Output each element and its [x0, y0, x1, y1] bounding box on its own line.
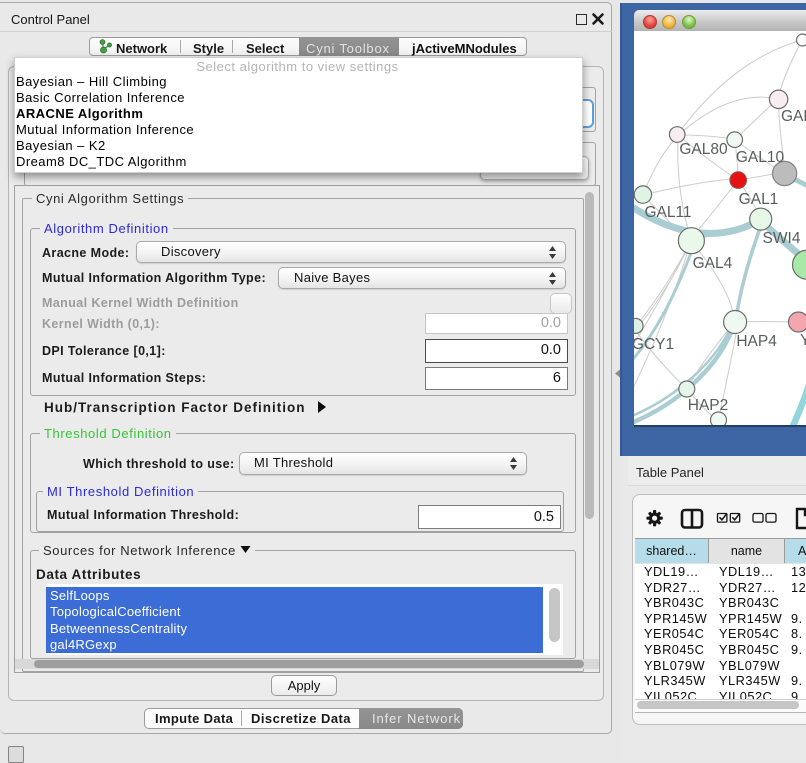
svg-text:Y: Y: [800, 332, 806, 349]
svg-text:HAP2: HAP2: [688, 397, 729, 414]
svg-text:GAL7: GAL7: [781, 108, 806, 125]
svg-text:GAL10: GAL10: [736, 149, 785, 166]
svg-text:GAL4: GAL4: [693, 255, 733, 272]
svg-text:GAL1: GAL1: [739, 191, 779, 208]
svg-text:GAL80: GAL80: [679, 141, 728, 158]
svg-text:GAL11: GAL11: [644, 204, 691, 221]
svg-text:HAP4: HAP4: [736, 333, 777, 350]
svg-text:GCY1: GCY1: [634, 336, 674, 353]
svg-text:SWI4: SWI4: [763, 230, 801, 247]
